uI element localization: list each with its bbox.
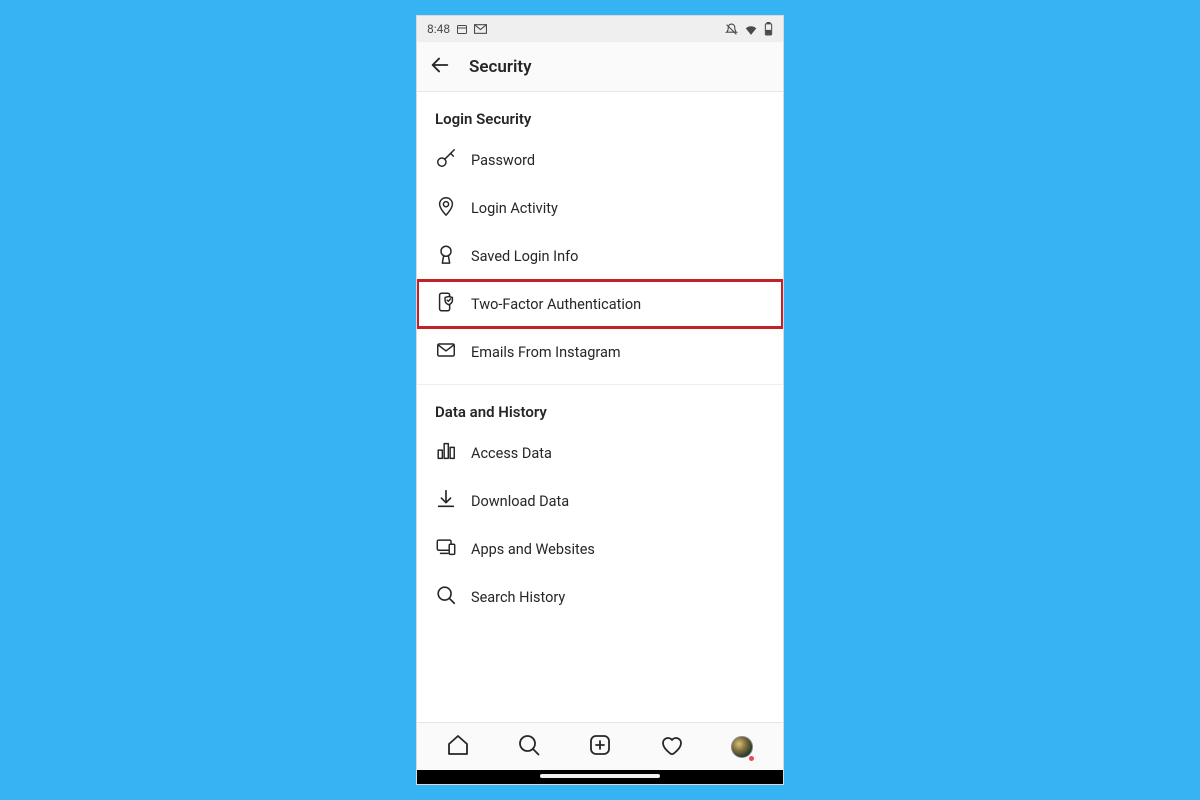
row-label: Apps and Websites	[471, 541, 595, 558]
notifications-off-icon	[725, 23, 738, 36]
bottom-nav	[417, 722, 783, 770]
section-title-login: Login Security	[417, 92, 783, 136]
location-pin-icon	[435, 195, 457, 221]
bar-chart-icon	[435, 440, 457, 466]
row-label: Download Data	[471, 493, 569, 510]
row-password[interactable]: Password	[417, 136, 783, 184]
settings-content: Login Security Password Login Activity S…	[417, 92, 783, 722]
mail-icon	[435, 339, 457, 365]
row-label: Access Data	[471, 445, 552, 462]
wifi-icon	[744, 23, 758, 35]
nav-new-post[interactable]	[582, 729, 618, 765]
notification-dot-icon	[749, 756, 754, 761]
row-search-history[interactable]: Search History	[417, 573, 783, 621]
battery-icon	[764, 22, 773, 36]
home-icon	[446, 733, 470, 761]
heart-icon	[659, 733, 683, 761]
row-access-data[interactable]: Access Data	[417, 429, 783, 477]
row-label: Saved Login Info	[471, 248, 578, 265]
nav-search[interactable]	[511, 729, 547, 765]
phone-frame: 8:48 Security Login Secu	[416, 15, 784, 785]
status-bar: 8:48	[417, 16, 783, 42]
nav-profile[interactable]	[724, 729, 760, 765]
section-title-data: Data and History	[417, 385, 783, 429]
nav-home[interactable]	[440, 729, 476, 765]
row-download-data[interactable]: Download Data	[417, 477, 783, 525]
avatar-icon	[731, 736, 753, 758]
row-login-activity[interactable]: Login Activity	[417, 184, 783, 232]
plus-square-icon	[588, 733, 612, 761]
devices-icon	[435, 536, 457, 562]
row-label: Emails From Instagram	[471, 344, 621, 361]
download-icon	[435, 488, 457, 514]
app-bar: Security	[417, 42, 783, 92]
key-icon	[435, 147, 457, 173]
row-label: Password	[471, 152, 535, 169]
search-icon	[435, 584, 457, 610]
row-apps-and-websites[interactable]: Apps and Websites	[417, 525, 783, 573]
nav-activity[interactable]	[653, 729, 689, 765]
mail-status-icon	[474, 24, 487, 34]
row-two-factor-authentication[interactable]: Two-Factor Authentication	[417, 280, 783, 328]
gesture-pill	[540, 774, 660, 778]
calendar-icon	[456, 23, 468, 35]
status-time: 8:48	[427, 22, 450, 36]
row-saved-login-info[interactable]: Saved Login Info	[417, 232, 783, 280]
row-emails-from-instagram[interactable]: Emails From Instagram	[417, 328, 783, 376]
search-icon	[517, 733, 541, 761]
row-label: Two-Factor Authentication	[471, 296, 641, 313]
row-label: Login Activity	[471, 200, 558, 217]
keyhole-icon	[435, 243, 457, 269]
gesture-bar	[417, 770, 783, 784]
back-button[interactable]	[429, 54, 451, 80]
row-label: Search History	[471, 589, 565, 606]
page-title: Security	[469, 57, 532, 77]
phone-shield-icon	[435, 291, 457, 317]
